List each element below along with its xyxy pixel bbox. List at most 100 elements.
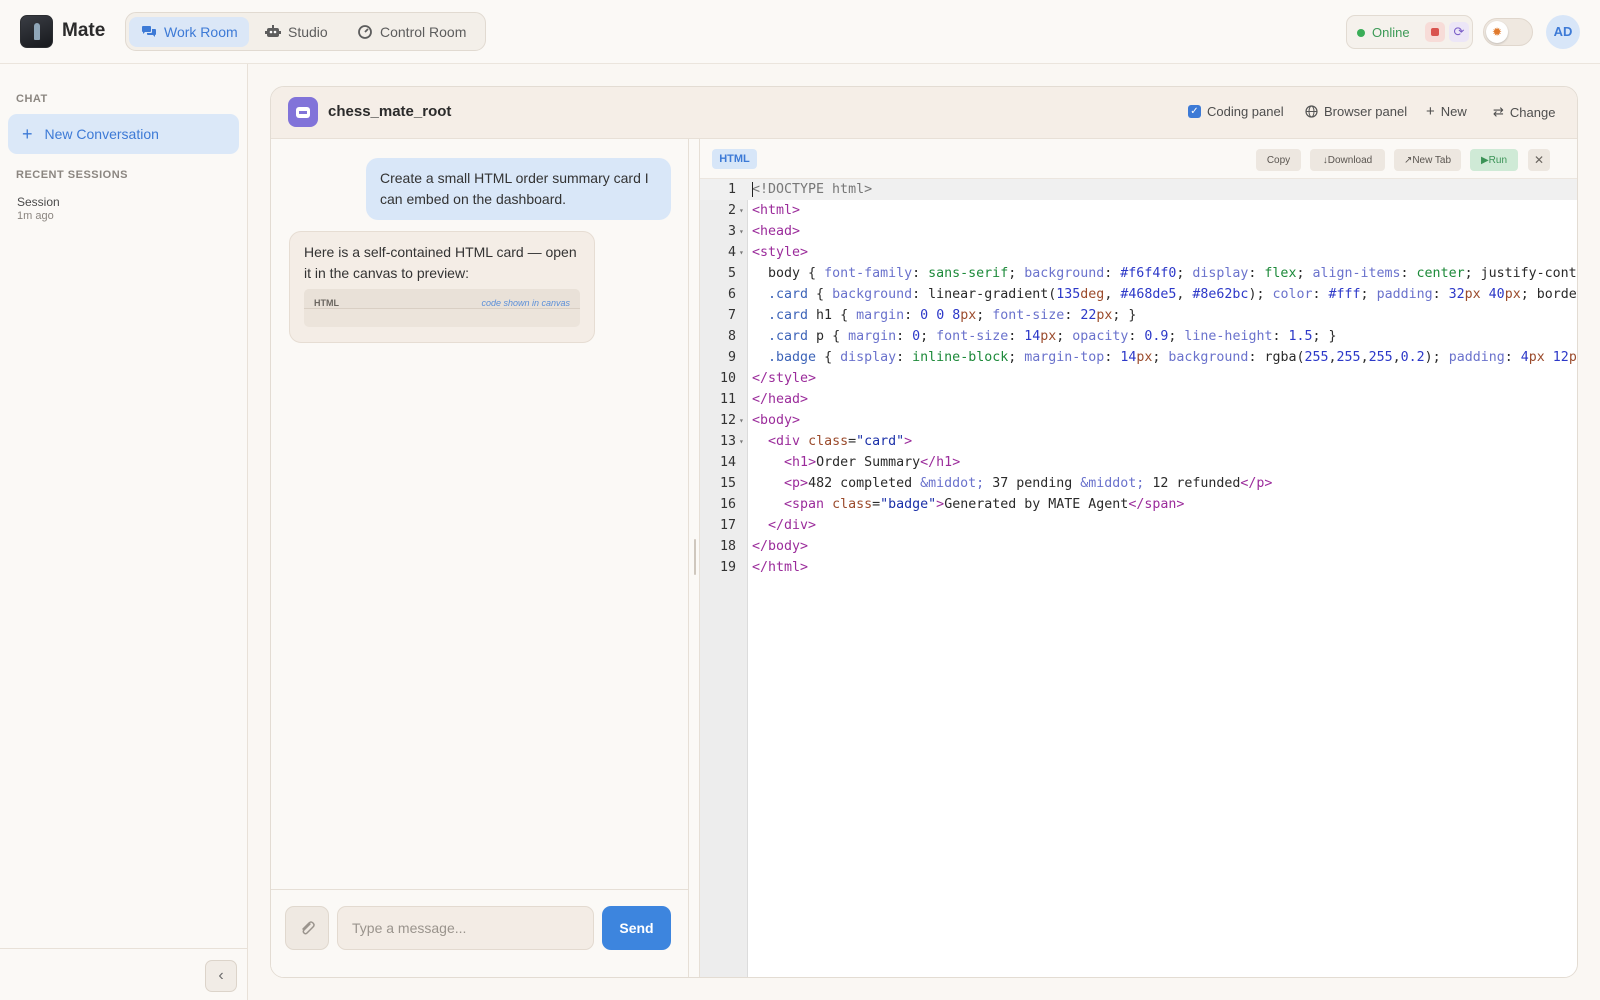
line-number: 11 [719,392,736,407]
robot-icon [265,25,281,37]
line-number: 1 [727,182,736,197]
recent-sessions-heading: RECENT SESSIONS [16,169,129,181]
code-text: <span class="badge">Generated by MATE Ag… [784,497,1185,512]
session-item-title[interactable]: Session [17,195,60,209]
browser-panel-button[interactable]: Browser panel [1305,104,1407,119]
send-button[interactable]: Send [602,906,671,950]
line-number: 10 [719,371,736,386]
code-canvas: HTML Copy ↓Download ↗New Tab ▶Run ✕ 1 <!D… [699,139,1577,977]
code-line: 13 ▾ <div class="card"> [700,431,1577,452]
top-bar: Mate Work Room Studio Control Room Onlin… [0,0,1600,64]
line-number: 16 [719,497,736,512]
collapse-sidebar-button[interactable]: ‹ [205,960,237,992]
download-button[interactable]: ↓Download [1310,149,1385,171]
fold-arrow-icon[interactable]: ▾ [739,221,744,242]
plus-icon: + [22,124,33,144]
nav-work-room[interactable]: Work Room [129,17,249,47]
code-text: body { font-family: sans-serif; backgrou… [752,266,1577,281]
globe-icon [1305,105,1318,118]
new-button[interactable]: + New [1426,104,1467,119]
sidebar: CHAT + New Conversation RECENT SESSIONS … [0,64,248,1000]
code-text: .card { background: linear-gradient(135d… [768,287,1577,302]
fold-arrow-icon[interactable]: ▾ [739,200,744,221]
code-snippet-header: HTML code shown in canvas [304,289,580,309]
run-button[interactable]: ▶Run [1470,149,1518,171]
code-text: <!DOCTYPE html> [752,182,873,197]
code-line: 5 body { font-family: sans-serif; backgr… [700,263,1577,284]
code-line: 11 </head> [700,389,1577,410]
theme-toggle[interactable]: ✹ [1483,18,1533,46]
coding-panel-label: Coding panel [1207,104,1284,119]
code-text: </div> [768,518,817,533]
message-input[interactable] [337,906,594,950]
close-icon[interactable]: ✕ [1528,149,1550,171]
chat-heading: CHAT [16,93,48,105]
new-tab-button[interactable]: ↗New Tab [1394,149,1461,171]
copy-button[interactable]: Copy [1256,149,1301,171]
code-line: 7 .card h1 { margin: 0 0 8px; font-size:… [700,305,1577,326]
line-number: 7 [727,308,736,323]
code-line: 10 </style> [700,368,1577,389]
attach-button[interactable] [285,906,329,950]
code-text: <head> [752,224,801,239]
code-line: 19 </html> [700,557,1577,578]
line-number: 2 [727,203,736,218]
fold-arrow-icon[interactable]: ▾ [739,242,744,263]
code-text: .card p { margin: 0; font-size: 14px; op… [768,329,1337,344]
session-item-time: 1m ago [17,210,54,222]
panel-resize-handle[interactable] [694,539,696,575]
chevron-left-icon: ‹ [218,967,224,984]
code-line: 17 </div> [700,515,1577,536]
sidebar-divider [0,948,247,949]
coding-panel-toggle[interactable]: ✓ Coding panel [1188,104,1284,119]
line-number: 13 [719,434,736,449]
code-line: 14 <h1>Order Summary</h1> [700,452,1577,473]
line-number: 8 [727,329,736,344]
code-snippet-language: HTML [314,298,339,308]
code-line: 9 .badge { display: inline-block; margin… [700,347,1577,368]
new-conversation-label: New Conversation [44,126,159,142]
code-line: 15 <p>482 completed &middot; 37 pending … [700,473,1577,494]
line-number: 5 [727,266,736,281]
code-editor[interactable]: 1 <!DOCTYPE html> 2 ▾ <html> 3 ▾ <head> 4 ▾ <style… [700,179,1577,977]
swap-icon: ⇄ [1493,104,1504,119]
code-snippet-chip[interactable]: HTML code shown in canvas [304,289,580,327]
code-text: <h1>Order Summary</h1> [784,455,961,470]
code-text: <style> [752,245,809,260]
fold-arrow-icon[interactable]: ▾ [739,410,744,431]
change-button[interactable]: ⇄ Change [1493,104,1555,120]
code-line: 6 .card { background: linear-gradient(13… [700,284,1577,305]
status-pill: Online ⟳ [1346,15,1473,49]
code-toolbar: HTML Copy ↓Download ↗New Tab ▶Run ✕ [700,139,1577,179]
gauge-icon [358,25,372,39]
code-text: </style> [752,371,817,386]
line-number: 17 [719,518,736,533]
nav-work-room-label: Work Room [164,24,238,40]
change-label: Change [1509,104,1556,120]
reload-button[interactable]: ⟳ [1449,22,1469,42]
browser-panel-label: Browser panel [1324,104,1408,119]
stop-button[interactable] [1425,22,1445,42]
language-badge: HTML [712,149,757,169]
line-number: 9 [727,350,736,365]
code-line: 2 ▾ <html> [700,200,1577,221]
status-dot [1357,29,1365,37]
fold-arrow-icon[interactable]: ▾ [739,431,744,452]
line-number: 14 [719,455,736,470]
refresh-icon: ⟳ [1453,24,1465,39]
line-number: 19 [719,560,736,575]
nav-studio[interactable]: Studio [253,17,341,47]
nav-control-room[interactable]: Control Room [345,17,483,47]
checkbox-checked-icon[interactable]: ✓ [1188,105,1201,118]
new-conversation-button[interactable]: + New Conversation [8,114,239,154]
code-text: <p>482 completed &middot; 37 pending &mi… [784,476,1273,491]
code-text: .card h1 { margin: 0 0 8px; font-size: 2… [768,308,1137,323]
app-logo[interactable] [20,15,53,48]
code-line: 8 .card p { margin: 0; font-size: 14px; … [700,326,1577,347]
chat-bubbles-icon [142,26,156,37]
line-number: 3 [727,224,736,239]
app-name: Mate [62,20,106,41]
code-text: </html> [752,560,809,575]
user-avatar[interactable]: AD [1546,15,1580,49]
agent-name: chess_mate_root [328,103,452,120]
